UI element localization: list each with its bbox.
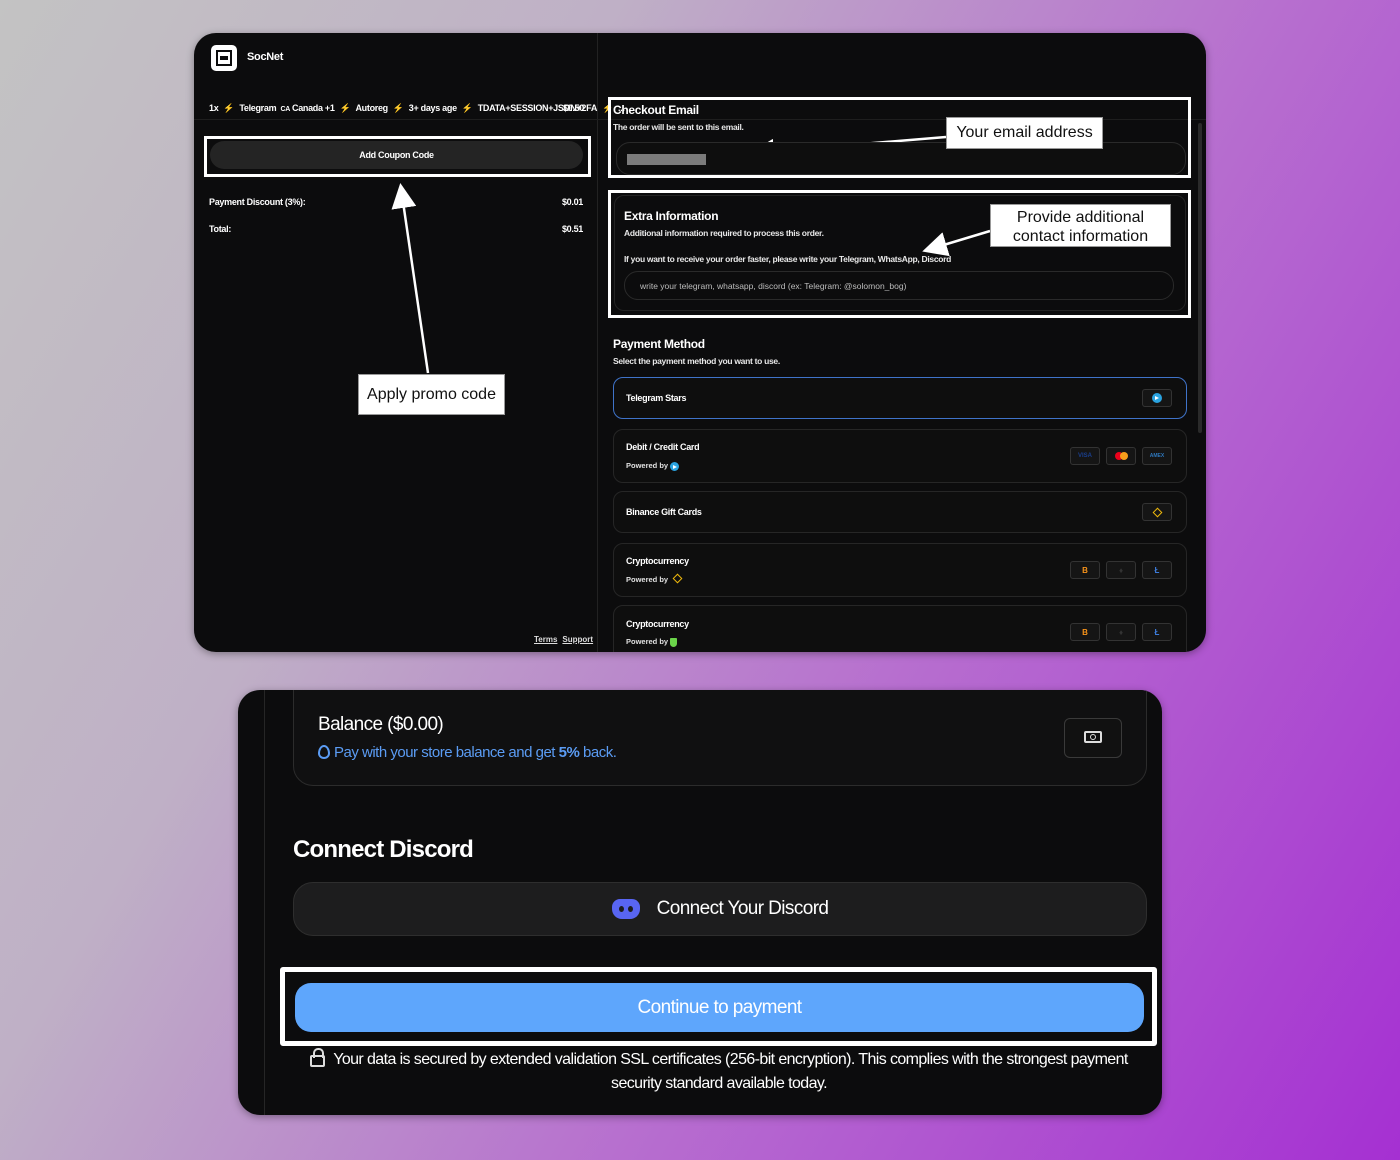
promo-callout: Apply promo code: [358, 374, 505, 415]
powered-by: Powered by: [626, 573, 683, 584]
extra-callout: Provide additional contact information: [990, 204, 1171, 247]
connect-discord-button[interactable]: Connect Your Discord: [293, 882, 1147, 936]
contact-input[interactable]: write your telegram, whatsapp, discord (…: [624, 271, 1174, 300]
extra-callout-line1: Provide additional: [1016, 209, 1145, 226]
checkout-email-subtitle: The order will be sent to this email.: [613, 122, 744, 132]
payment-method-label: Debit / Credit Card: [626, 442, 700, 452]
mastercard-icon: [1106, 447, 1136, 465]
continue-to-payment-button[interactable]: Continue to payment: [295, 983, 1144, 1032]
payment-method-title: Payment Method: [613, 337, 705, 351]
cash-icon: [1084, 731, 1102, 743]
payment-method-crypto-binance[interactable]: Cryptocurrency Powered by B ♦ Ł: [613, 543, 1187, 597]
balance-payment-card[interactable]: [293, 690, 1147, 786]
powered-by-label: Powered by: [626, 575, 669, 584]
powered-by: Powered by: [626, 461, 680, 471]
lock-icon: [310, 1047, 326, 1067]
ethereum-icon: ♦: [1106, 561, 1136, 579]
payment-method-binance-gift-cards[interactable]: Binance Gift Cards: [613, 491, 1187, 533]
balance-subtitle: Pay with your store balance and get 5% b…: [318, 744, 617, 761]
extra-info-subtitle: Additional information required to proce…: [624, 228, 824, 238]
telegram-icon: [1142, 389, 1172, 407]
scrollbar[interactable]: [1198, 123, 1202, 433]
payment-method-subtitle: Select the payment method you want to us…: [613, 356, 780, 366]
payment-method-telegram-stars[interactable]: Telegram Stars: [613, 377, 1187, 419]
extra-info-title: Extra Information: [624, 209, 719, 223]
security-text: Your data is secured by extended validat…: [333, 1051, 1128, 1092]
balance-percent: 5%: [558, 744, 580, 761]
litecoin-icon: Ł: [1142, 623, 1172, 641]
extra-callout-line2: contact information: [1012, 228, 1149, 245]
visa-icon: VISA: [1070, 447, 1100, 465]
binance-icon: [1142, 503, 1172, 521]
extra-info-prompt: If you want to receive your order faster…: [624, 254, 952, 264]
checkout-bottom-panel: Balance ($0.00) Pay with your store bala…: [238, 690, 1162, 1115]
powered-by: Powered by: [626, 637, 678, 647]
email-callout: Your email address: [946, 117, 1103, 149]
bitcoin-icon: B: [1070, 623, 1100, 641]
telegram-icon: [670, 461, 680, 471]
bitcoin-icon: B: [1070, 561, 1100, 579]
connect-discord-label: Connect Your Discord: [656, 898, 829, 919]
payment-method-label: Cryptocurrency: [626, 619, 689, 629]
checkout-panel: SocNet 1x ⚡ Telegram CA Canada +1 ⚡ Autoreg ⚡ 3…: [194, 33, 1206, 652]
email-value-redacted: [627, 154, 706, 165]
balance-pay-button[interactable]: [1064, 718, 1122, 758]
powered-by-label: Powered by: [626, 461, 669, 470]
panel-divider: [264, 690, 265, 1115]
discord-icon: [611, 899, 640, 919]
payment-method-label: Binance Gift Cards: [626, 507, 702, 517]
checkout-email-title: Checkout Email: [613, 103, 699, 117]
payment-method-label: Cryptocurrency: [626, 556, 689, 566]
balance-title: Balance ($0.00): [318, 714, 444, 735]
balance-subtitle-text: Pay with your store balance and get: [334, 744, 559, 761]
shield-icon: [670, 637, 678, 647]
powered-by-label: Powered by: [626, 637, 669, 646]
balance-subtitle-end: back.: [579, 744, 617, 761]
litecoin-icon: Ł: [1142, 561, 1172, 579]
security-notice: Your data is secured by extended validat…: [293, 1047, 1145, 1096]
binance-icon: [672, 573, 683, 584]
connect-discord-title: Connect Discord: [293, 836, 474, 863]
payment-method-label: Telegram Stars: [626, 393, 687, 403]
amex-icon: AMEX: [1142, 447, 1172, 465]
payment-method-crypto-other[interactable]: Cryptocurrency Powered by B ♦ Ł: [613, 605, 1187, 652]
promo-arrow: [391, 183, 430, 374]
payment-method-card[interactable]: Debit / Credit Card Powered by VISA AMEX: [613, 429, 1187, 483]
ethereum-icon: ♦: [1106, 623, 1136, 641]
fire-icon: [318, 745, 330, 759]
